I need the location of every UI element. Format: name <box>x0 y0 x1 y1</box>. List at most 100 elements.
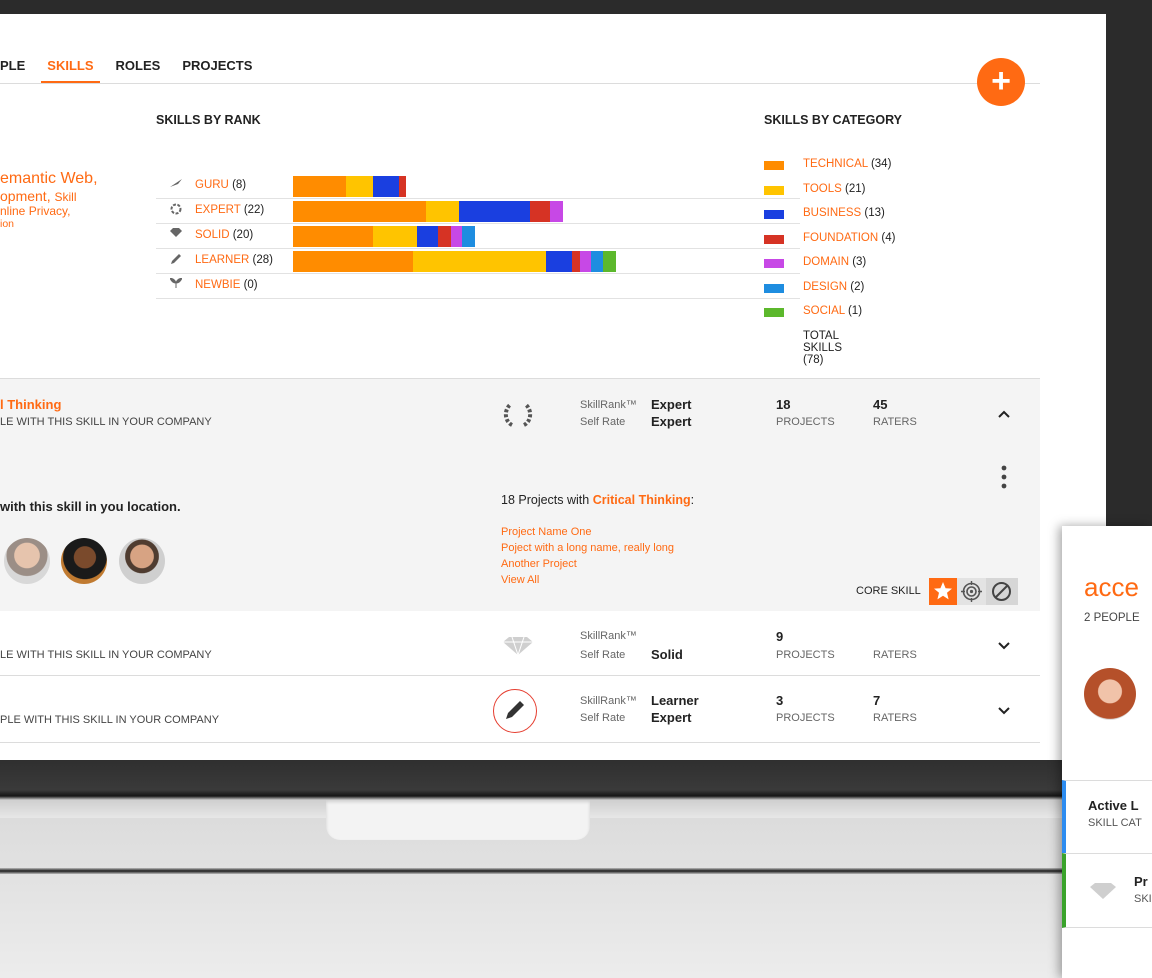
block-button[interactable] <box>986 578 1018 605</box>
tab-roles[interactable]: ROLES <box>108 58 169 82</box>
bar-segment-domain <box>451 226 462 247</box>
skill-link[interactable]: opment, <box>0 188 51 204</box>
project-link[interactable]: Another Project <box>501 556 674 572</box>
skill-link[interactable]: nline Privacy, <box>0 204 150 218</box>
rank-row-learner[interactable]: LEARNER (28) <box>156 249 800 274</box>
legend-label: DESIGN <box>803 280 848 293</box>
tabs-divider <box>0 83 1040 84</box>
skill-link[interactable]: emantic Web, <box>0 170 150 188</box>
avatar[interactable] <box>1084 668 1136 720</box>
flag-icon <box>168 178 184 191</box>
project-link[interactable]: Poject with a long name, really long <box>501 540 674 556</box>
projects-label: PROJECTS <box>776 416 835 428</box>
legend-label: BUSINESS <box>803 207 862 219</box>
skill-name[interactable]: l Thinking <box>0 397 61 412</box>
bar-segment-technical <box>293 201 426 222</box>
add-button[interactable]: + <box>977 58 1025 106</box>
project-link[interactable]: Project Name One <box>501 524 674 540</box>
rank-row-expert[interactable]: EXPERT (22) <box>156 199 800 224</box>
skills-by-category-title: SKILLS BY CATEGORY <box>764 113 902 127</box>
side-card-item[interactable]: Pr SKI <box>1062 853 1152 928</box>
rank-count: (0) <box>243 279 258 291</box>
selfrate-label: Self Rate <box>580 649 626 661</box>
chevron-down-icon[interactable] <box>998 702 1010 718</box>
rank-bar <box>293 226 476 247</box>
skill-row[interactable]: LE WITH THIS SKILL IN YOUR COMPANY Skill… <box>0 611 1040 676</box>
legend-label: FOUNDATION <box>803 231 879 244</box>
total-skills: TOTAL SKILLS (78) <box>803 329 842 366</box>
tab-skills[interactable]: SKILLS <box>39 58 101 84</box>
legend-label: TECHNICAL <box>803 158 868 170</box>
side-item-title: Pr <box>1134 874 1148 889</box>
skill-subtitle: LE WITH THIS SKILL IN YOUR COMPANY <box>0 649 212 661</box>
bar-segment-tools <box>426 201 460 222</box>
legend-count: (2) <box>850 280 865 293</box>
pencil-icon[interactable] <box>493 689 537 733</box>
diamond-icon <box>168 228 184 240</box>
chevron-down-icon[interactable] <box>998 637 1010 653</box>
view-all-link[interactable]: View All <box>501 572 674 588</box>
legend-count: (13) <box>864 207 885 219</box>
legend-swatch <box>764 185 784 195</box>
legend-count: (21) <box>844 182 866 195</box>
skillrank-label: SkillRank™ <box>580 695 637 707</box>
rank-count: (8) <box>232 179 247 191</box>
side-card-people: 2 PEOPLE <box>1084 612 1140 624</box>
rank-bar <box>293 176 407 197</box>
legend-label: SOCIAL <box>803 305 845 317</box>
skillrank-label: SkillRank™ <box>580 399 637 411</box>
bar-segment-technical <box>293 251 413 272</box>
projects-heading-prefix: 18 Projects with <box>501 493 590 507</box>
rank-label: NEWBIE <box>195 279 241 291</box>
tab-people[interactable]: PLE <box>0 58 33 82</box>
diamond-icon <box>503 636 533 660</box>
bar-segment-foundation <box>437 226 452 247</box>
side-item-title: Active L <box>1088 798 1139 813</box>
rank-row-guru[interactable]: GURU (8) <box>156 174 800 199</box>
projects-label: PROJECTS <box>776 712 835 724</box>
side-card: acce 2 PEOPLE Active L SKILL CAT Pr SKI <box>1062 526 1152 978</box>
projects-heading: 18 Projects with Critical Thinking: <box>501 493 694 507</box>
projects-count: 3 <box>776 693 784 708</box>
rank-count: (20) <box>232 229 254 241</box>
skill-link-line: opment, Skill <box>0 188 150 204</box>
core-skill-star-button[interactable] <box>929 578 957 605</box>
selfrate-value: Solid <box>651 647 683 662</box>
avatar[interactable] <box>61 538 107 584</box>
skillrank-value: Expert <box>651 397 692 412</box>
target-button[interactable] <box>957 578 986 605</box>
skill-link[interactable]: ion <box>0 218 150 230</box>
rank-row-newbie[interactable]: NEWBIE (0) <box>156 274 800 299</box>
rank-label: GURU <box>195 179 229 191</box>
pencil-icon <box>168 253 184 268</box>
projects-count: 9 <box>776 629 784 644</box>
legend-count: (34) <box>870 158 892 170</box>
legend-label: DOMAIN <box>803 256 849 268</box>
bar-segment-tools <box>412 251 546 272</box>
expanded-skill-panel: l Thinking LE WITH THIS SKILL IN YOUR CO… <box>0 378 1040 612</box>
avatar[interactable] <box>4 538 50 584</box>
more-vertical-icon[interactable] <box>1001 465 1007 494</box>
project-list: Project Name One Poject with a long name… <box>501 524 674 588</box>
skills-by-rank-title: SKILLS BY RANK <box>156 113 261 127</box>
skill-subtitle: PLE WITH THIS SKILL IN YOUR COMPANY <box>0 714 220 726</box>
skill-link[interactable]: Skill <box>54 190 76 204</box>
chevron-up-icon[interactable] <box>998 405 1010 421</box>
legend-count: (4) <box>881 231 896 244</box>
projects-heading-skill[interactable]: Critical Thinking <box>593 493 691 507</box>
tab-projects[interactable]: PROJECTS <box>174 58 260 82</box>
laurel-icon <box>502 401 534 434</box>
laurel-icon <box>168 203 184 218</box>
skill-row[interactable]: PLE WITH THIS SKILL IN YOUR COMPANY Skil… <box>0 676 1040 743</box>
core-skill-label: CORE SKILL <box>856 585 921 597</box>
rank-row-solid[interactable]: SOLID (20) <box>156 224 800 249</box>
bar-segment-technical <box>293 226 373 247</box>
bar-segment-business <box>416 226 438 247</box>
legend-swatch <box>764 283 784 293</box>
tab-bar: PLE SKILLS ROLES PROJECTS <box>0 58 260 84</box>
side-card-item[interactable]: Active L SKILL CAT <box>1062 780 1152 853</box>
avatar[interactable] <box>119 538 165 584</box>
side-card-title: acce <box>1084 572 1139 602</box>
bar-segment-business <box>372 176 400 197</box>
selfrate-value: Expert <box>651 710 692 725</box>
